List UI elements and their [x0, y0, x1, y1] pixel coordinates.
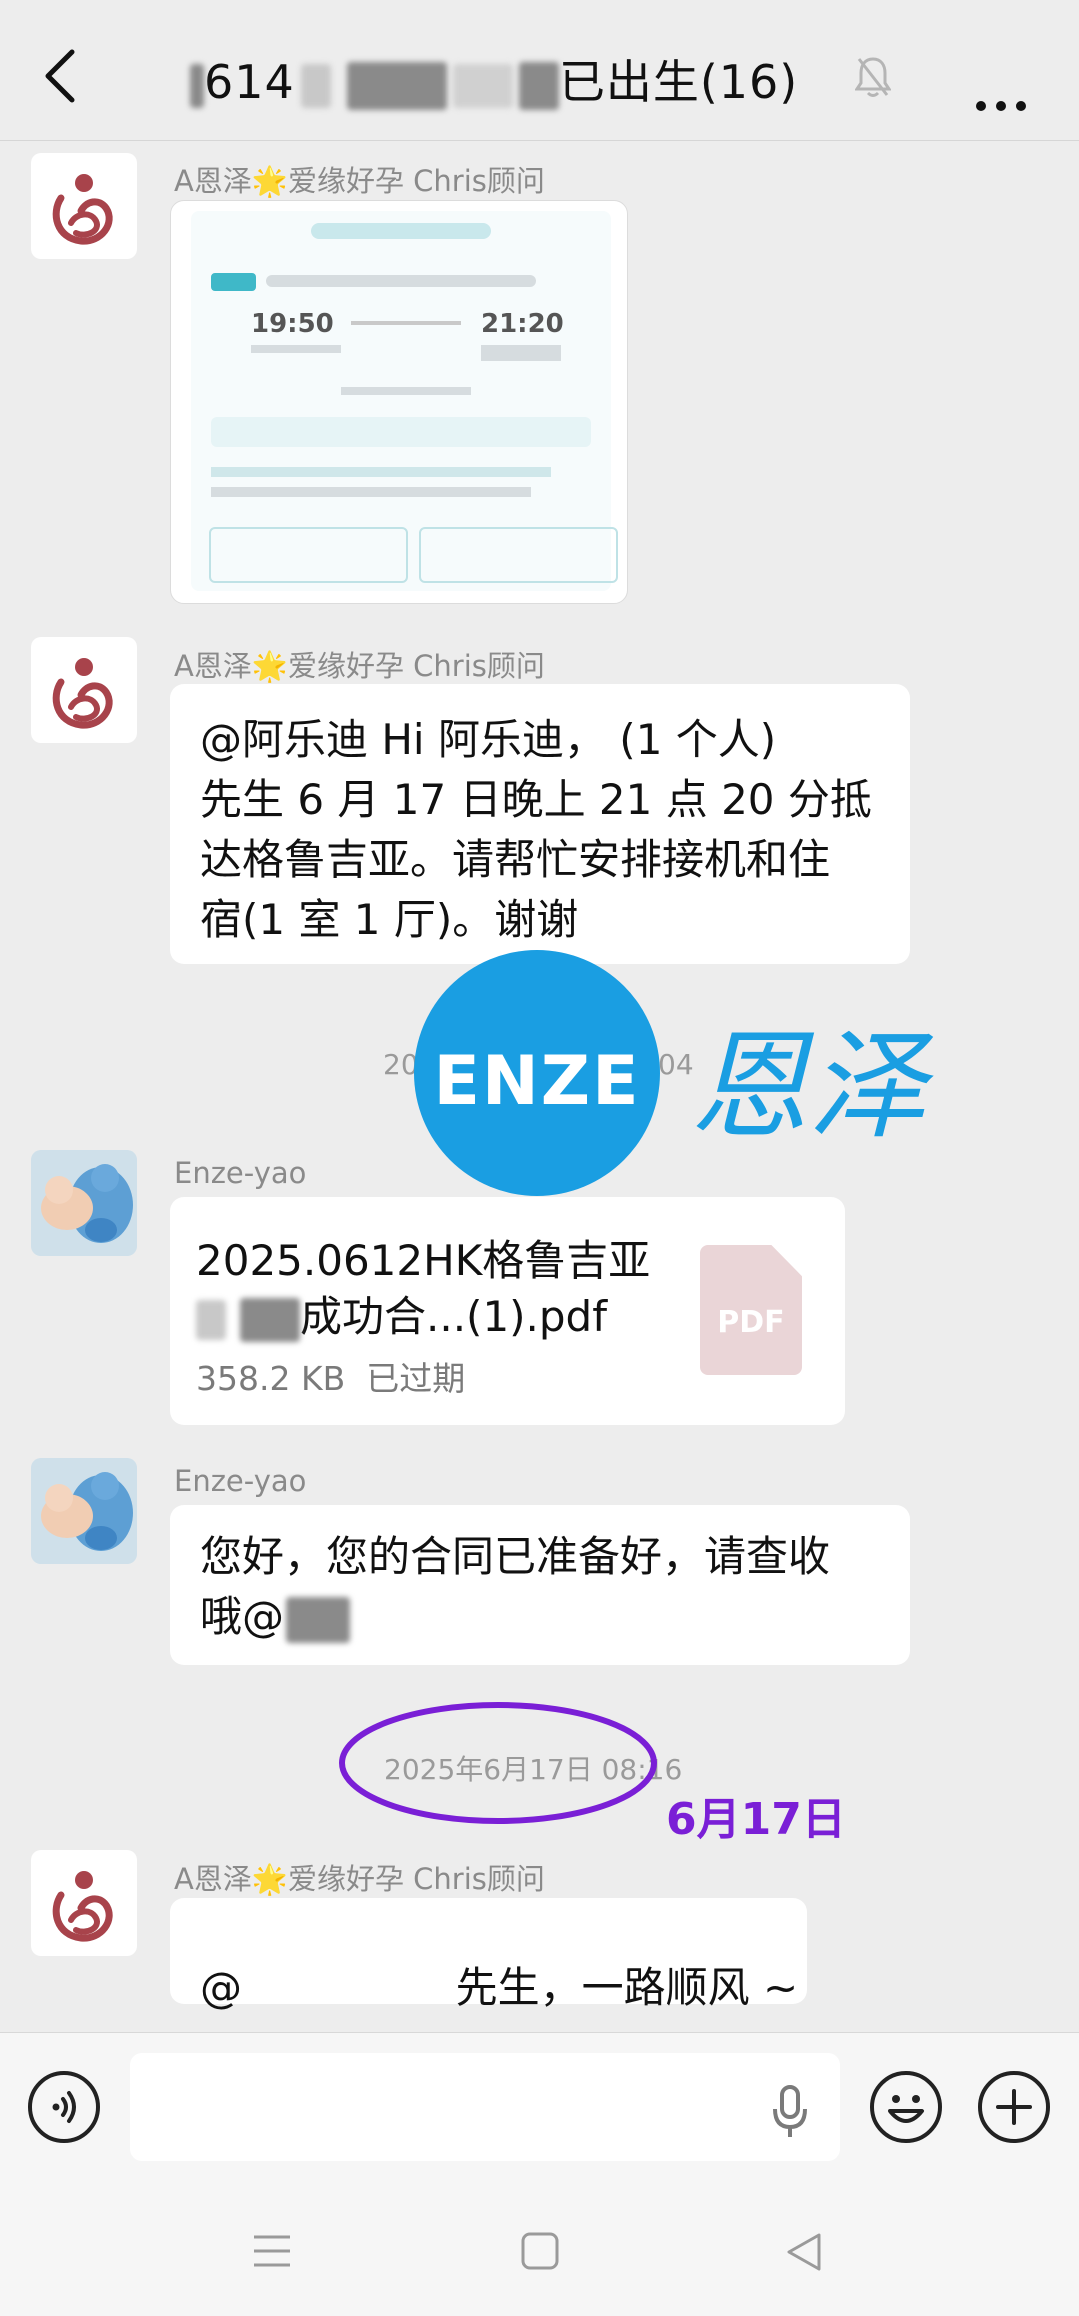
avatar[interactable]	[31, 1458, 137, 1564]
mute-bell-icon	[855, 57, 891, 97]
chat-header: 614 已出生(16)	[0, 0, 1079, 141]
departure-time: 19:50	[251, 309, 334, 339]
annotation-circle	[339, 1702, 657, 1824]
message-input[interactable]	[130, 2053, 840, 2161]
sender-name: A恩泽🌟爱缘好孕 Chris顾问	[174, 649, 545, 683]
sender-name: Enze-yao	[174, 1156, 307, 1190]
avatar[interactable]	[31, 153, 137, 259]
avatar[interactable]	[31, 637, 137, 743]
brand-logo-icon	[52, 658, 113, 729]
message-line: 宿(1 室 1 厅)。谢谢	[200, 895, 579, 944]
annotation-label: 6月17日	[666, 1794, 846, 1845]
baby-photo-icon	[31, 1150, 137, 1256]
sender-name: A恩泽🌟爱缘好孕 Chris顾问	[174, 1862, 545, 1896]
message-line: @阿乐迪 Hi 阿乐迪， (1 个人)	[200, 715, 777, 764]
title-suffix: 已出生(16)	[558, 55, 799, 109]
sender-name: Enze-yao	[174, 1464, 307, 1498]
brand-logo-icon	[52, 1871, 113, 1942]
watermark-logo-text: ENZE	[433, 1042, 641, 1121]
pdf-file-icon: PDF	[700, 1245, 802, 1375]
text-message[interactable]: 您好，您的合同已准备好，请查收 哦@	[170, 1505, 910, 1665]
arrival-time: 21:20	[481, 309, 564, 339]
file-name-line1: 2025.0612HK格鲁吉亚	[196, 1236, 651, 1285]
file-status: 已过期	[366, 1359, 466, 1398]
avatar[interactable]	[31, 1150, 137, 1256]
enze-watermark-logo: ENZE	[414, 950, 660, 1196]
voice-icon[interactable]	[28, 2071, 100, 2143]
menu-nav-icon[interactable]	[252, 2233, 292, 2269]
title-prefix: 614	[204, 55, 295, 109]
plus-icon[interactable]	[978, 2071, 1050, 2143]
sender-name: A恩泽🌟爱缘好孕 Chris顾问	[174, 164, 545, 198]
emoji-icon[interactable]	[870, 2071, 942, 2143]
watermark-chinese: 恩泽	[690, 1017, 927, 1155]
file-message[interactable]: 2025.0612HK格鲁吉亚 成功合...(1).pdf 358.2 KB 已…	[170, 1197, 845, 1425]
input-bar	[0, 2032, 1079, 2316]
timestamp-partial-right: 04	[658, 1048, 694, 1081]
back-arrow-icon[interactable]	[40, 48, 80, 104]
file-size: 358.2 KB	[196, 1359, 346, 1398]
message-line: 您好，您的合同已准备好，请查收	[200, 1532, 831, 1581]
text-message[interactable]: @ 先生，一路顺风 ~	[170, 1898, 807, 2012]
home-nav-icon[interactable]	[521, 2232, 559, 2270]
avatar[interactable]	[31, 1850, 137, 1956]
message-line: 先生 6 月 17 日晚上 21 点 20 分抵	[200, 775, 872, 824]
baby-photo-icon	[31, 1458, 137, 1564]
message-line: @ 先生，一路顺风 ~	[200, 1963, 799, 2012]
image-message[interactable]: 19:50 21:20	[170, 200, 628, 604]
mic-icon[interactable]	[770, 2083, 810, 2139]
back-nav-icon[interactable]	[786, 2232, 822, 2272]
file-name-line2: 成功合...(1).pdf	[300, 1292, 608, 1341]
brand-logo-icon	[52, 174, 113, 245]
more-icon[interactable]	[975, 72, 1027, 123]
message-line: 哦@	[200, 1592, 285, 1641]
message-line: 达格鲁吉亚。请帮忙安排接机和住	[200, 835, 831, 884]
text-message[interactable]: @阿乐迪 Hi 阿乐迪， (1 个人) 先生 6 月 17 日晚上 21 点 2…	[170, 684, 910, 964]
chat-title[interactable]: 614 已出生(16)	[190, 46, 798, 112]
